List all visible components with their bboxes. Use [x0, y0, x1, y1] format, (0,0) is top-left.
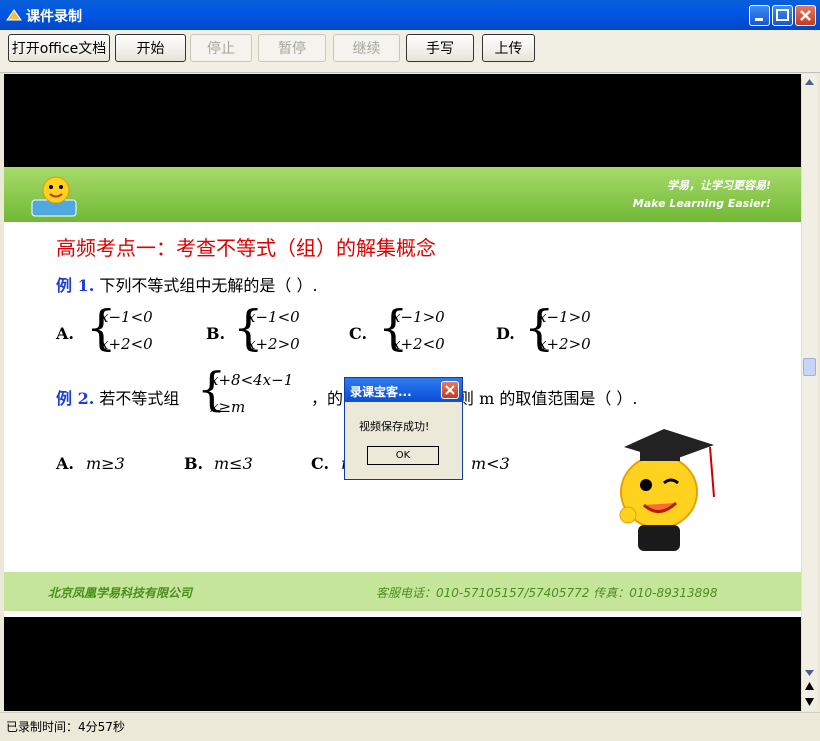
option-letter: B. — [206, 324, 226, 343]
slide-footer: 北京凤凰学易科技有限公司 客服电话：010-57105157/57405772 … — [4, 572, 801, 611]
scroll-page-up-icon[interactable] — [805, 682, 814, 690]
question-1: 例 1. 下列不等式组中无解的是（ ）. — [56, 272, 318, 296]
resume-button[interactable]: 继续 — [333, 34, 400, 62]
dialog-close-button[interactable] — [441, 381, 459, 399]
upload-button[interactable]: 上传 — [482, 34, 535, 62]
footer-contact: 客服电话：010-57105157/57405772 传真：010-893138… — [376, 586, 718, 600]
question-2-label: 例 2. — [56, 389, 95, 408]
option-letter: D. — [496, 324, 515, 343]
dialog-title: 录课宝客... — [350, 385, 412, 399]
save-success-dialog: 录课宝客... 视频保存成功! OK — [344, 377, 463, 480]
dialog-message: 视频保存成功! — [359, 420, 430, 433]
inequality-line: x+2<0 — [100, 335, 153, 353]
option-b-letter: B. — [184, 454, 204, 473]
title-bar: 课件录制 — [0, 0, 820, 30]
scroll-page-down-icon[interactable] — [805, 698, 814, 706]
question-1-label: 例 1. — [56, 276, 95, 295]
inequality-line: x−1<0 — [247, 308, 300, 326]
maximize-icon — [776, 9, 789, 21]
maximize-button[interactable] — [772, 5, 793, 26]
inequality-line: x+2>0 — [538, 335, 591, 353]
option-b-text: m≤3 — [214, 454, 253, 473]
question-1-options: A. { x−1<0 x+2<0 B. { x−1<0 x+2>0 C. { x−1… — [56, 304, 656, 364]
option-a-letter: A. — [56, 454, 74, 473]
recording-time: 已录制时间：4分57秒 — [6, 720, 125, 734]
stop-button[interactable]: 停止 — [190, 34, 252, 62]
dialog-title-bar: 录课宝客... — [345, 378, 462, 402]
option-c-letter: C. — [311, 454, 330, 473]
inequality-line: x+2>0 — [247, 335, 300, 353]
option-letter: C. — [349, 324, 368, 343]
scroll-thumb[interactable] — [803, 358, 816, 376]
scroll-down-icon[interactable] — [805, 670, 814, 676]
question-2-suffix-pre: ，的 — [311, 389, 344, 408]
toolbar: 打开office文档 开始 停止 暂停 继续 手写 上传 — [0, 30, 820, 73]
question-1-text: 下列不等式组中无解的是（ ）. — [99, 276, 318, 295]
inequality-line: x+2<0 — [392, 335, 445, 353]
handwrite-button[interactable]: 手写 — [406, 34, 474, 62]
app-icon — [6, 9, 22, 21]
window-title: 课件录制 — [26, 9, 82, 25]
question-2-prefix: 若不等式组 — [99, 389, 180, 408]
graduate-mascot-icon — [619, 429, 715, 551]
inequality-line: x−1<0 — [100, 308, 153, 326]
status-bar: 已录制时间：4分57秒 — [0, 712, 820, 741]
close-icon — [800, 10, 811, 21]
option-a-text: m≥3 — [86, 454, 125, 473]
close-button[interactable] — [795, 5, 816, 26]
inequality-line: x≥m — [210, 398, 246, 416]
pause-button[interactable]: 暂停 — [258, 34, 326, 62]
scroll-up-icon[interactable] — [805, 79, 814, 85]
banner-slogan-cn: 学易，让学习更容易! — [666, 179, 771, 192]
close-icon — [445, 385, 455, 395]
inequality-line: x−1>0 — [538, 308, 591, 326]
option-letter: A. — [56, 324, 74, 343]
minimize-icon — [755, 18, 763, 21]
option-d-text: m<3 — [471, 454, 510, 473]
open-office-doc-button[interactable]: 打开office文档 — [8, 34, 110, 62]
banner-slogan-en: Make Learning Easier! — [632, 197, 771, 210]
banner-slogan: 学易，让学习更容易! Make Learning Easier! — [633, 177, 771, 213]
inequality-line: x−1>0 — [392, 308, 445, 326]
mascot-logo-icon — [31, 176, 77, 217]
start-button[interactable]: 开始 — [115, 34, 186, 62]
vertical-scrollbar[interactable] — [801, 74, 817, 711]
question-2-suffix-post: 则 m 的取值范围是（ ）. — [458, 389, 638, 408]
footer-company: 北京凤凰学易科技有限公司 — [48, 586, 193, 600]
inequality-line: x+8<4x−1 — [210, 371, 294, 389]
slide-banner: 学易，让学习更容易! Make Learning Easier! — [4, 167, 801, 222]
minimize-button[interactable] — [749, 5, 770, 26]
dialog-ok-button[interactable]: OK — [367, 446, 439, 465]
slide-heading: 高频考点一：考查不等式（组）的解集概念 — [56, 236, 436, 260]
